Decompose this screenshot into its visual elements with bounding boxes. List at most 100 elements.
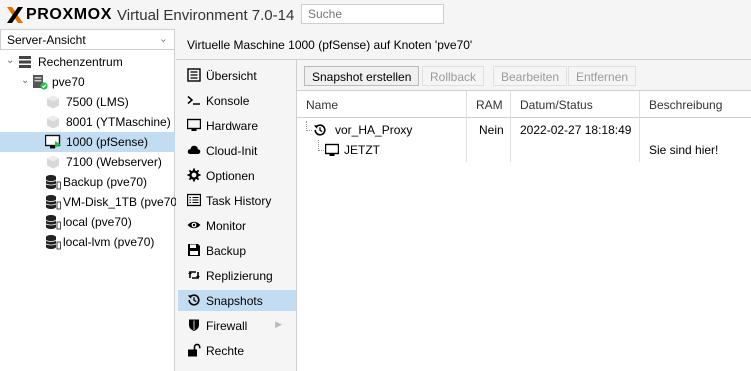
storage-icon <box>45 174 61 190</box>
proxmox-logo[interactable]: PROXMOX Virtual Environment 7.0-14 <box>6 6 294 24</box>
table-row[interactable]: JETZT Sie sind hier! <box>297 140 751 160</box>
snapshots-panel: Snapshot erstellen Rollback Bearbeiten E… <box>297 60 751 371</box>
product-version: Virtual Environment 7.0-14 <box>117 6 295 24</box>
nav-item-task-history[interactable]: Task History <box>178 190 296 211</box>
tree-node-storage-local-lvm[interactable]: local-lvm (pve70) <box>0 232 175 252</box>
tree-node-label: 1000 (pfSense) <box>66 135 149 149</box>
snapshot-name: JETZT <box>344 143 380 157</box>
nav-item-label: Hardware <box>206 119 259 133</box>
tree-node-pve70[interactable]: ⌄ pve70 <box>0 72 175 92</box>
top-header: PROXMOX Virtual Environment 7.0-14 <box>0 0 751 29</box>
nav-item-label: Task History <box>206 194 272 208</box>
tree-node-vm-8001[interactable]: 8001 (YTMaschine) <box>0 112 175 132</box>
collapse-icon[interactable]: ⌄ <box>21 75 29 86</box>
vm-stopped-icon <box>45 94 61 110</box>
vm-stopped-icon <box>45 154 61 170</box>
nav-item-label: Replizierung <box>206 269 273 283</box>
shield-icon <box>187 318 201 332</box>
take-snapshot-button[interactable]: Snapshot erstellen <box>304 66 420 86</box>
summary-icon <box>187 68 201 82</box>
storage-icon <box>45 194 61 210</box>
nav-item-label: Monitor <box>206 219 247 233</box>
nav-item-label: Konsole <box>206 94 250 108</box>
tree-node-label: 8001 (YTMaschine) <box>66 115 171 129</box>
logo-text: PROXMOX <box>26 6 112 23</box>
tree-node-label: pve70 <box>52 75 85 89</box>
tree-node-vm-7100[interactable]: 7100 (Webserver) <box>0 152 175 172</box>
nav-item-label: Übersicht <box>206 69 257 83</box>
datacenter-icon <box>17 54 33 70</box>
snapshot-name: vor_HA_Proxy <box>335 123 413 137</box>
tree-node-label: local (pve70) <box>63 215 132 229</box>
snapshots-toolbar: Snapshot erstellen Rollback Bearbeiten E… <box>297 60 751 91</box>
monitor-icon <box>186 118 202 132</box>
tree-node-label: 7100 (Webserver) <box>66 155 162 169</box>
tree-node-storage-backup[interactable]: Backup (pve70) <box>0 172 175 192</box>
unlock-icon <box>187 343 201 357</box>
tree-connector <box>318 140 324 151</box>
column-header-date-status[interactable]: Datum/Status <box>511 91 640 118</box>
vm-running-icon <box>44 134 61 150</box>
tree-node-storage-local[interactable]: local (pve70) <box>0 212 175 232</box>
vm-nav-menu: Übersicht Konsole Hardware Cloud-Init Op… <box>176 60 297 371</box>
collapse-icon[interactable]: ⌄ <box>6 55 14 66</box>
tree-node-label: VM-Disk_1TB (pve70 <box>63 195 178 209</box>
tree-node-vm-1000[interactable]: 1000 (pfSense) <box>0 132 175 152</box>
proxmox-x-icon <box>6 6 24 24</box>
vm-stopped-icon <box>45 114 61 130</box>
nav-item-permissions[interactable]: Rechte <box>178 340 296 361</box>
nav-item-options[interactable]: Optionen <box>178 165 296 186</box>
history-icon <box>313 123 327 137</box>
edit-button[interactable]: Bearbeiten <box>493 66 568 86</box>
gear-icon <box>187 168 201 182</box>
nav-item-label: Cloud-Init <box>206 144 258 158</box>
tree-node-label: 7500 (LMS) <box>66 95 129 109</box>
chevron-down-icon: ⌄ <box>158 33 168 45</box>
nav-item-label: Optionen <box>206 169 255 183</box>
monitor-icon <box>324 143 340 157</box>
resource-tree-panel: Server-Ansicht ⌄ ⌄ Rechenzentrum ⌄ pve70… <box>0 29 178 371</box>
node-online-icon <box>32 74 48 90</box>
snapshot-ram: Nein <box>479 123 504 137</box>
nav-item-hardware[interactable]: Hardware <box>178 115 296 136</box>
tree-connector <box>306 121 312 131</box>
search-input[interactable] <box>301 4 444 24</box>
terminal-icon <box>187 93 201 107</box>
nav-item-label: Firewall <box>206 319 248 333</box>
retweet-icon <box>187 268 201 282</box>
nav-item-console[interactable]: Konsole <box>178 90 296 111</box>
column-header-ram[interactable]: RAM <box>467 91 511 118</box>
nav-item-label: Rechte <box>206 344 245 358</box>
floppy-icon <box>187 243 201 257</box>
tree-node-label: local-lvm (pve70) <box>63 235 155 249</box>
snapshot-description: Sie sind hier! <box>649 143 719 157</box>
table-row[interactable]: vor_HA_Proxy Nein 2022-02-27 18:18:49 <box>297 120 751 140</box>
tree-node-storage-vm-disk[interactable]: VM-Disk_1TB (pve70 <box>0 192 178 212</box>
tree-node-label: Backup (pve70) <box>63 175 148 189</box>
tree-node-datacenter[interactable]: ⌄ Rechenzentrum <box>0 52 175 72</box>
nav-item-cloud-init[interactable]: Cloud-Init <box>178 140 296 161</box>
list-icon <box>186 193 202 207</box>
nav-item-replication[interactable]: Replizierung <box>178 265 296 286</box>
nav-item-label: Backup <box>206 244 247 258</box>
remove-button[interactable]: Entfernen <box>568 66 637 86</box>
nav-item-firewall[interactable]: Firewall ▶ <box>178 315 296 336</box>
eye-icon <box>187 218 201 232</box>
nav-item-snapshots[interactable]: Snapshots <box>178 290 296 311</box>
grid-header: Name RAM Datum/Status Beschreibung <box>297 91 751 118</box>
expand-arrow-icon: ▶ <box>275 319 282 329</box>
rollback-button[interactable]: Rollback <box>422 66 485 86</box>
column-header-name[interactable]: Name <box>297 91 467 118</box>
storage-icon <box>45 234 61 250</box>
view-select-value: Server-Ansicht <box>7 33 86 47</box>
tree-node-vm-7500[interactable]: 7500 (LMS) <box>0 92 175 112</box>
nav-item-backup[interactable]: Backup <box>178 240 296 261</box>
nav-item-monitor[interactable]: Monitor <box>178 215 296 236</box>
nav-item-summary[interactable]: Übersicht <box>178 65 296 86</box>
history-icon <box>187 293 201 307</box>
storage-icon <box>45 214 61 230</box>
snapshot-date: 2022-02-27 18:18:49 <box>520 123 632 137</box>
view-select[interactable]: Server-Ansicht ⌄ <box>0 29 175 50</box>
tree-node-label: Rechenzentrum <box>38 55 123 69</box>
column-header-description[interactable]: Beschreibung <box>640 91 751 118</box>
